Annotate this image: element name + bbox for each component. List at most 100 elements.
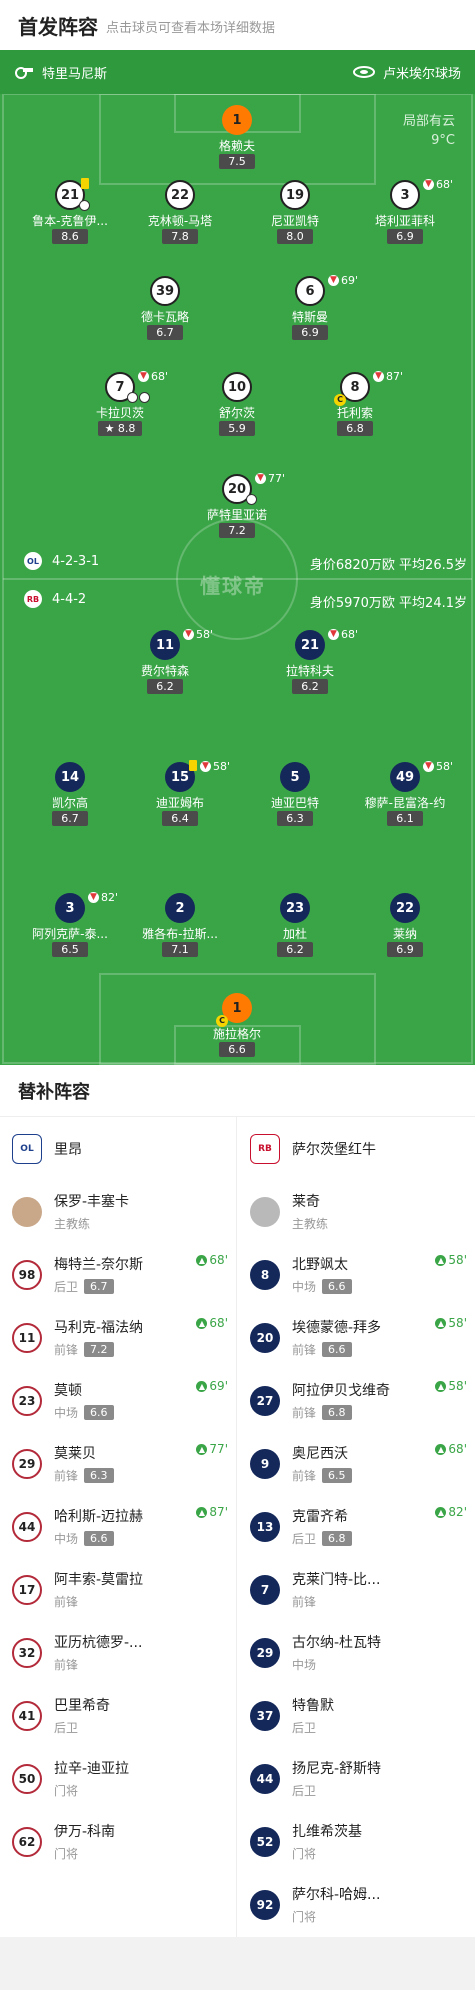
jersey-number: 5: [280, 762, 310, 792]
player-position: 前锋: [54, 1469, 79, 1483]
jersey-number: 3: [55, 893, 85, 923]
sub-player-row[interactable]: 29 古尔纳-杜瓦特 中场: [238, 1621, 475, 1684]
home-player[interactable]: 22 克林顿-马塔 7.8: [130, 180, 230, 250]
home-player[interactable]: 8 ▼ 87' C 托利索 6.8: [305, 370, 405, 442]
sub-off-marker: ▼ 77': [255, 472, 285, 485]
sub-player-row[interactable]: 13 克雷齐希 后卫 6.8 ▲ 82': [238, 1495, 475, 1558]
player-rating: 7.8: [162, 229, 198, 244]
away-player[interactable]: 49 ▼ 58' 穆萨-昆富洛-约 6.1: [355, 760, 455, 832]
player-position: 后卫: [292, 1784, 317, 1798]
away-player[interactable]: 21 ▼ 68' 拉特科夫 6.2: [260, 628, 360, 700]
sub-player-row[interactable]: 27 阿拉伊贝戈维奇 前锋 6.8 ▲ 58': [238, 1369, 475, 1432]
sub-player-row[interactable]: 17 阿丰索-莫雷拉 前锋: [0, 1558, 236, 1621]
sub-player-row[interactable]: 50 拉辛-迪亚拉 门将: [0, 1747, 236, 1810]
sub-player-row[interactable]: 32 亚历杭德罗-... 前锋: [0, 1621, 236, 1684]
sub-player-row[interactable]: 98 梅特兰-奈尔斯 后卫 6.7 ▲ 68': [0, 1243, 236, 1306]
player-position: 门将: [292, 1847, 317, 1861]
jersey-number: 1: [222, 105, 252, 135]
sub-player-row[interactable]: 41 巴里希奇 后卫: [0, 1684, 236, 1747]
player-name: 扬尼克-舒斯特: [292, 1761, 382, 1777]
sub-player-row[interactable]: 62 伊万-科南 门将: [0, 1810, 236, 1873]
player-rating: 6.9: [387, 942, 423, 957]
away-player[interactable]: 2 雅各布-拉斯... 7.1: [130, 893, 230, 963]
sub-player-row[interactable]: 52 扎维希茨基 门将: [238, 1810, 475, 1873]
sub-off-marker: ▼ 87': [373, 370, 403, 383]
player-position: 中场: [292, 1658, 317, 1672]
player-name: 格赖夫: [218, 139, 255, 153]
sub-player-row[interactable]: 92 萨尔科-哈姆... 门将: [238, 1873, 475, 1936]
yellow-card-icon: [189, 760, 197, 771]
home-player[interactable]: 7 ▼ 68' 卡拉贝茨 ★ 8.8: [70, 370, 170, 442]
away-player[interactable]: 23 加杜 6.2: [245, 893, 345, 963]
sub-player-row[interactable]: 11 马利克-福法纳 前锋 7.2 ▲ 68': [0, 1306, 236, 1369]
jersey-number: 7: [250, 1574, 280, 1605]
sub-player-row[interactable]: 44 哈利斯-迈拉赫 中场 6.6 ▲ 87': [0, 1495, 236, 1558]
sub-off-marker: ▼ 68': [423, 178, 453, 191]
player-position: 前锋: [292, 1343, 317, 1357]
sub-player-row[interactable]: 23 莫顿 中场 6.6 ▲ 69': [0, 1369, 236, 1432]
home-player[interactable]: 39 德卡瓦略 6.7: [115, 276, 215, 346]
home-player[interactable]: 10 舒尔茨 5.9: [187, 372, 287, 442]
sub-off-marker: ▼ 58': [200, 760, 230, 773]
home-player[interactable]: 6 ▼ 69' 特斯曼 6.9: [260, 274, 360, 346]
player-name: 加杜: [282, 927, 307, 941]
home-player[interactable]: 21 鲁本-克鲁伊... 8.6: [20, 178, 120, 250]
sub-on-minute: 77': [209, 1442, 228, 1456]
jersey-number: 39: [150, 276, 180, 306]
player-rating: 6.6: [322, 1342, 352, 1357]
away-player[interactable]: 14 凯尔高 6.7: [20, 762, 120, 832]
player-rating: 6.7: [84, 1279, 114, 1294]
lyon-logo-icon: OL: [12, 1133, 42, 1164]
away-subs-column: RB 萨尔茨堡红牛 莱奇 主教练 8 北野飒太 中场 6.6 ▲ 58' 20 埃德蒙德-拜多前…: [238, 1117, 475, 1936]
away-formation-label: 4-4-2: [52, 591, 87, 607]
player-rating: 6.5: [52, 942, 88, 957]
away-player[interactable]: 11 ▼ 58' 费尔特森 6.2: [115, 628, 215, 700]
coach-name: 莱奇: [292, 1194, 320, 1210]
sub-on-marker: ▲ 58': [435, 1316, 467, 1330]
away-player[interactable]: 5 迪亚巴特 6.3: [245, 762, 345, 832]
player-name: 托利索: [336, 406, 373, 420]
sub-player-row[interactable]: 8 北野飒太 中场 6.6 ▲ 58': [238, 1243, 475, 1306]
jersey-number: 21: [295, 630, 325, 660]
player-rating: 7.5: [219, 154, 255, 169]
sub-player-row[interactable]: 44 扬尼克-舒斯特 后卫: [238, 1747, 475, 1810]
sub-player-row[interactable]: 7 克莱门特-比... 前锋: [238, 1558, 475, 1621]
sub-player-row[interactable]: 37 特鲁默 后卫: [238, 1684, 475, 1747]
player-name: 埃德蒙德-拜多: [292, 1320, 382, 1336]
home-team-row: OL 里昂: [0, 1117, 236, 1180]
stadium-icon: [352, 66, 375, 78]
home-player[interactable]: 3 ▼ 68' 塔利亚菲科 6.9: [355, 178, 455, 250]
player-position: 前锋: [54, 1595, 79, 1609]
sub-on-minute: 58': [448, 1253, 467, 1267]
away-player[interactable]: 1 C 施拉格尔 6.6: [187, 993, 287, 1063]
away-sub-list: 8 北野飒太 中场 6.6 ▲ 58' 20 埃德蒙德-拜多 前锋 6.6 ▲ 58' 27 阿拉伊贝戈维…: [238, 1243, 475, 1936]
player-name: 塔利亚菲科: [374, 214, 435, 228]
away-player[interactable]: 3 ▼ 82' 阿列克萨-泰... 6.5: [20, 891, 120, 963]
coach-role: 主教练: [54, 1217, 91, 1231]
away-player[interactable]: 15 ▼ 58' 迪亚姆布 6.4: [130, 760, 230, 832]
away-coach-row[interactable]: 莱奇 主教练: [238, 1180, 475, 1243]
referee-name: 特里马尼斯: [42, 66, 108, 82]
player-rating: 6.2: [147, 679, 183, 694]
player-rating: 6.8: [322, 1405, 352, 1420]
player-position: 后卫: [54, 1280, 79, 1294]
home-coach-row[interactable]: 保罗-丰塞卡 主教练: [0, 1180, 236, 1243]
sub-player-row[interactable]: 9 奥尼西沃 前锋 6.5 ▲ 68': [238, 1432, 475, 1495]
home-player[interactable]: 20 ▼ 77' 萨特里亚诺 7.2: [187, 472, 287, 544]
sub-on-icon: ▲: [196, 1380, 208, 1392]
jersey-number: 8: [250, 1259, 280, 1290]
player-rating: 6.4: [162, 811, 198, 826]
player-name: 阿拉伊贝戈维奇: [292, 1383, 390, 1399]
player-position: 前锋: [292, 1406, 317, 1420]
player-name: 阿列克萨-泰...: [32, 927, 108, 941]
away-player[interactable]: 22 莱纳 6.9: [355, 893, 455, 963]
jersey-number: 23: [12, 1385, 42, 1416]
sub-player-row[interactable]: 29 莫莱贝 前锋 6.3 ▲ 77': [0, 1432, 236, 1495]
sub-player-row[interactable]: 20 埃德蒙德-拜多 前锋 6.6 ▲ 58': [238, 1306, 475, 1369]
jersey-number: 32: [12, 1637, 42, 1668]
player-name: 奥尼西沃: [292, 1446, 348, 1462]
home-player[interactable]: 1 格赖夫 7.5: [187, 105, 287, 175]
home-player[interactable]: 19 尼亚凯特 8.0: [245, 180, 345, 250]
jersey-number: 17: [12, 1574, 42, 1605]
player-name: 扎维希茨基: [292, 1824, 362, 1840]
